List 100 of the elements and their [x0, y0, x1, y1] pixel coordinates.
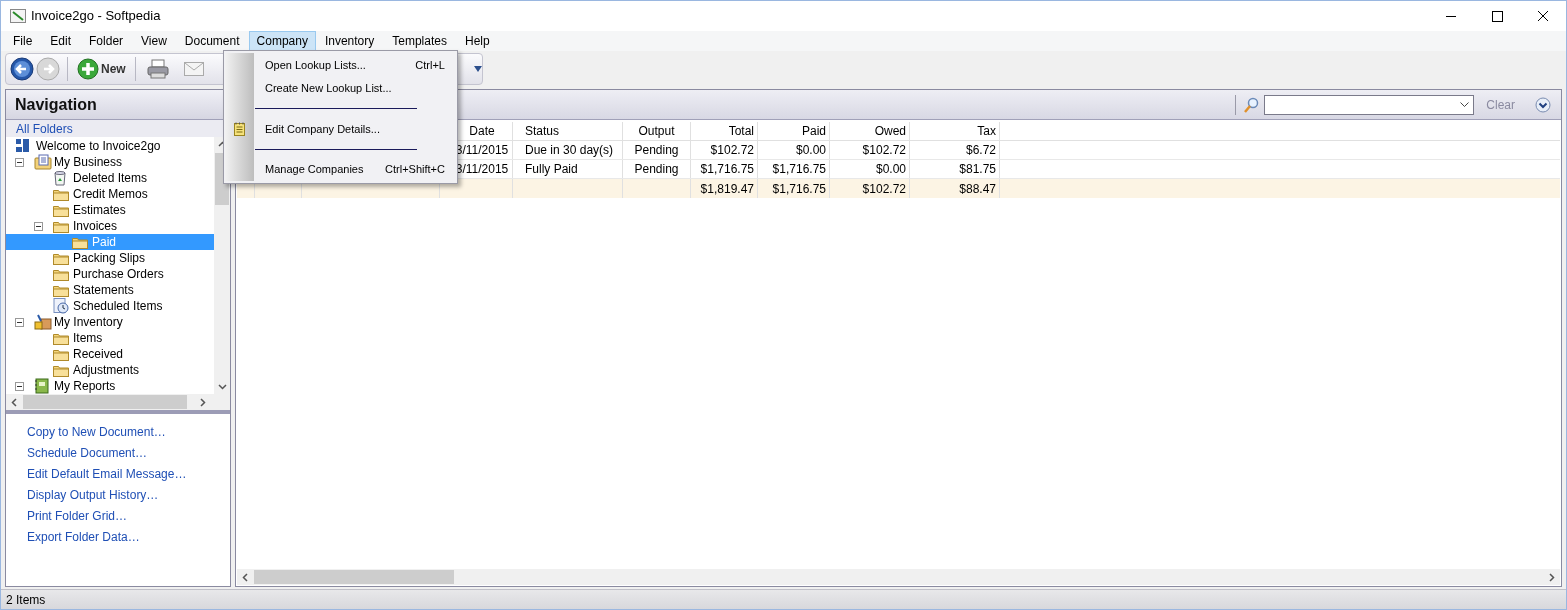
tree-item[interactable]: Welcome to Invoice2go — [6, 138, 214, 154]
folder-icon — [53, 283, 69, 297]
collapse-icon[interactable] — [34, 221, 43, 231]
folder-icon — [53, 347, 69, 361]
recycle-bin-icon — [53, 170, 67, 186]
scroll-down-icon[interactable] — [217, 384, 227, 390]
folder-icon — [53, 219, 69, 233]
table-cell-text: Pending — [634, 142, 679, 159]
folder-icon — [53, 267, 69, 281]
tree-item[interactable]: Estimates — [6, 202, 214, 218]
tree-item[interactable]: Deleted Items — [6, 170, 214, 186]
tree-item[interactable]: My Business — [6, 154, 214, 170]
notepad-icon — [233, 121, 245, 136]
tree-item[interactable]: Packing Slips — [6, 250, 214, 266]
dropdown-icon[interactable] — [1460, 102, 1470, 107]
search-icon — [1244, 96, 1260, 113]
folder-icon — [53, 363, 69, 377]
menu-item[interactable]: Inventory — [315, 31, 384, 51]
grid-icon — [16, 139, 30, 153]
menu-option[interactable]: Create New Lookup List... — [224, 76, 457, 101]
task-link[interactable]: Print Folder Grid… — [27, 508, 128, 524]
notebook-icon — [34, 378, 50, 394]
menu-item[interactable]: File — [4, 31, 42, 51]
chevron-down-icon[interactable] — [1535, 96, 1551, 113]
collapse-icon[interactable] — [15, 381, 24, 391]
back-icon[interactable] — [10, 57, 34, 81]
scroll-left-icon[interactable] — [242, 572, 248, 582]
task-link[interactable]: Schedule Document… — [27, 445, 148, 461]
collapse-icon[interactable] — [15, 157, 24, 167]
tree-item[interactable]: Adjustments — [6, 362, 214, 378]
tree-item[interactable]: Statements — [6, 282, 214, 298]
menu-item[interactable]: Folder — [80, 31, 133, 51]
table-cell-text: $1,716.75 — [700, 161, 754, 178]
scrollbar-thumb[interactable] — [254, 570, 454, 584]
menu-item[interactable]: Company — [248, 31, 316, 51]
horizontal-scrollbar[interactable] — [6, 394, 230, 410]
menu-item[interactable]: Help — [455, 31, 499, 51]
tree-item[interactable]: My Inventory — [6, 314, 214, 330]
table-cell-text: Pending — [634, 161, 679, 178]
column-header[interactable]: Total — [728, 122, 754, 140]
table-cell-text: 3/11/2015 — [455, 161, 509, 178]
folder-document-icon — [34, 154, 52, 170]
folder-icon — [53, 331, 69, 345]
scroll-right-icon[interactable] — [200, 397, 206, 407]
folder-icon — [72, 235, 88, 249]
task-link[interactable]: Display Output History… — [27, 487, 159, 503]
tree-item[interactable]: My Reports — [6, 378, 214, 394]
task-link[interactable]: Copy to New Document… — [27, 424, 166, 440]
scrollbar-thumb[interactable] — [23, 395, 187, 409]
column-header[interactable]: Date — [469, 122, 495, 140]
total-cell-text: $1,819.47 — [700, 180, 754, 198]
menu-item[interactable]: View — [132, 31, 176, 51]
tree-item[interactable]: Received — [6, 346, 214, 362]
folder-icon — [53, 203, 69, 217]
horizontal-scrollbar[interactable] — [237, 569, 1560, 585]
scroll-left-icon[interactable] — [11, 397, 17, 407]
menu-option[interactable]: Manage Companies Ctrl+Shift+C — [224, 157, 457, 181]
total-cell-text: $102.72 — [862, 180, 906, 198]
menu-item[interactable]: Document — [175, 31, 249, 51]
app-icon — [10, 9, 26, 23]
table-cell-text: $1,716.75 — [772, 161, 826, 178]
boxes-icon — [34, 314, 52, 330]
menu-option[interactable]: Open Lookup Lists... Ctrl+L — [224, 53, 457, 77]
column-header[interactable]: Paid — [801, 122, 826, 140]
tree-item[interactable]: Items — [6, 330, 214, 346]
table-cell-text: $102.72 — [710, 142, 754, 159]
table-cell-text: Due in 30 day(s) — [525, 142, 614, 159]
task-link[interactable]: Edit Default Email Message… — [27, 466, 187, 482]
printer-icon[interactable] — [145, 58, 170, 80]
total-cell-text: $88.47 — [959, 180, 996, 198]
status-text: 2 Items — [6, 591, 46, 609]
column-header[interactable]: Output — [638, 122, 675, 140]
folder-icon — [53, 187, 69, 201]
tree-item[interactable]: Invoices — [6, 218, 214, 234]
window-title: Invoice2go - Softpedia — [31, 7, 161, 26]
menu-item[interactable]: Edit — [41, 31, 81, 51]
plus-icon — [77, 58, 99, 80]
tree-item[interactable]: Credit Memos — [6, 186, 214, 202]
table-cell-text: $102.72 — [862, 142, 906, 159]
task-link[interactable]: Export Folder Data… — [27, 529, 140, 545]
panel-title: Navigation — [15, 94, 97, 115]
collapse-icon[interactable] — [15, 317, 24, 327]
column-header[interactable]: Tax — [977, 122, 996, 140]
table-cell-text: $81.75 — [959, 161, 996, 178]
menu-item[interactable]: Templates — [383, 31, 456, 51]
tree-item[interactable]: Scheduled Items — [6, 298, 214, 314]
column-header[interactable]: Status — [525, 122, 560, 140]
tree-item[interactable]: Purchase Orders — [6, 266, 214, 282]
new-button[interactable]: New — [75, 58, 128, 80]
folder-icon — [53, 251, 69, 265]
menu-option[interactable]: Edit Company Details... — [224, 117, 457, 141]
caret-icon[interactable] — [473, 66, 482, 72]
search-field[interactable] — [1264, 94, 1475, 115]
table-cell-text: Fully Paid — [525, 161, 578, 178]
vertical-scrollbar[interactable] — [214, 137, 230, 394]
scroll-right-icon[interactable] — [1549, 572, 1555, 582]
column-header[interactable]: Owed — [874, 122, 906, 140]
table-cell-text: $0.00 — [875, 161, 906, 178]
table-cell-text: $6.72 — [965, 142, 996, 159]
table-cell-text: 3/11/2015 — [455, 142, 509, 159]
